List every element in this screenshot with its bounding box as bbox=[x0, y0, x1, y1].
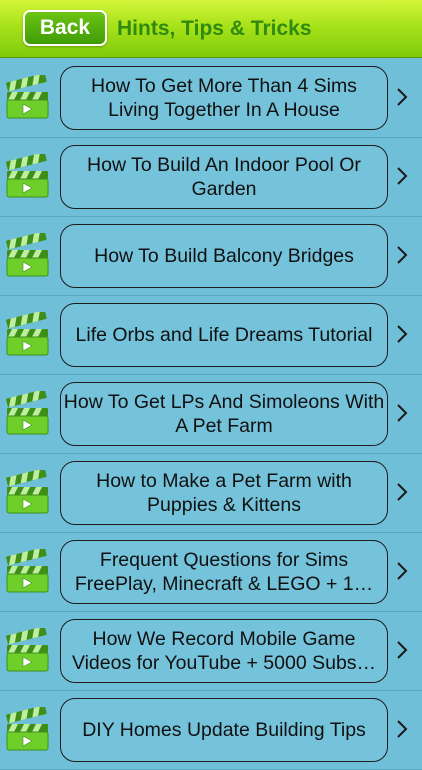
chevron-right-icon[interactable] bbox=[396, 561, 408, 581]
video-title-button[interactable]: How To Build Balcony Bridges bbox=[60, 224, 388, 288]
video-title-label: How We Record Mobile Game Videos for You… bbox=[71, 628, 377, 674]
clapperboard-icon bbox=[4, 73, 50, 119]
video-title-button[interactable]: DIY Homes Update Building Tips bbox=[60, 698, 388, 762]
list-item[interactable]: DIY Homes Update Building Tips bbox=[0, 691, 422, 770]
video-title-button[interactable]: How To Get More Than 4 Sims Living Toget… bbox=[60, 66, 388, 130]
back-button[interactable]: Back bbox=[23, 10, 107, 46]
list-item[interactable]: Frequent Questions for Sims FreePlay, Mi… bbox=[0, 533, 422, 612]
list-item[interactable]: How To Get More Than 4 Sims Living Toget… bbox=[0, 59, 422, 138]
video-title-label: How To Build An Indoor Pool Or Garden bbox=[87, 154, 361, 200]
nav-bar: Back Hints, Tips & Tricks bbox=[0, 0, 422, 58]
clapperboard-icon bbox=[4, 231, 50, 277]
video-title-label: How to Make a Pet Farm with Puppies & Ki… bbox=[96, 470, 352, 516]
list-item[interactable]: How To Get LPs And Simoleons With A Pet … bbox=[0, 375, 422, 454]
video-title-label: How To Get More Than 4 Sims Living Toget… bbox=[91, 75, 357, 121]
clapperboard-icon bbox=[4, 705, 50, 751]
video-title-label: How To Get LPs And Simoleons With A Pet … bbox=[63, 391, 385, 437]
video-title-label: How To Build Balcony Bridges bbox=[94, 245, 354, 267]
video-list: How To Get More Than 4 Sims Living Toget… bbox=[0, 59, 422, 770]
clapperboard-icon bbox=[4, 468, 50, 514]
video-title-label: DIY Homes Update Building Tips bbox=[82, 719, 366, 741]
clapperboard-icon bbox=[4, 152, 50, 198]
list-item[interactable]: Life Orbs and Life Dreams Tutorial bbox=[0, 296, 422, 375]
chevron-right-icon[interactable] bbox=[396, 166, 408, 186]
clapperboard-icon bbox=[4, 626, 50, 672]
video-title-button[interactable]: Frequent Questions for Sims FreePlay, Mi… bbox=[60, 540, 388, 604]
list-item[interactable]: How to Make a Pet Farm with Puppies & Ki… bbox=[0, 454, 422, 533]
video-title-button[interactable]: How We Record Mobile Game Videos for You… bbox=[60, 619, 388, 683]
chevron-right-icon[interactable] bbox=[396, 245, 408, 265]
video-title-button[interactable]: Life Orbs and Life Dreams Tutorial bbox=[60, 303, 388, 367]
clapperboard-icon bbox=[4, 547, 50, 593]
chevron-right-icon[interactable] bbox=[396, 403, 408, 423]
video-title-label: Frequent Questions for Sims FreePlay, Mi… bbox=[74, 549, 374, 595]
list-item[interactable]: How To Build An Indoor Pool Or Garden bbox=[0, 138, 422, 217]
chevron-right-icon[interactable] bbox=[396, 324, 408, 344]
chevron-right-icon[interactable] bbox=[396, 719, 408, 739]
clapperboard-icon bbox=[4, 389, 50, 435]
chevron-right-icon[interactable] bbox=[396, 87, 408, 107]
page-title: Hints, Tips & Tricks bbox=[117, 17, 312, 40]
video-title-button[interactable]: How To Build An Indoor Pool Or Garden bbox=[60, 145, 388, 209]
list-item[interactable]: How We Record Mobile Game Videos for You… bbox=[0, 612, 422, 691]
video-title-button[interactable]: How to Make a Pet Farm with Puppies & Ki… bbox=[60, 461, 388, 525]
chevron-right-icon[interactable] bbox=[396, 640, 408, 660]
video-title-label: Life Orbs and Life Dreams Tutorial bbox=[75, 324, 373, 346]
video-title-button[interactable]: How To Get LPs And Simoleons With A Pet … bbox=[60, 382, 388, 446]
clapperboard-icon bbox=[4, 310, 50, 356]
chevron-right-icon[interactable] bbox=[396, 482, 408, 502]
list-item[interactable]: How To Build Balcony Bridges bbox=[0, 217, 422, 296]
